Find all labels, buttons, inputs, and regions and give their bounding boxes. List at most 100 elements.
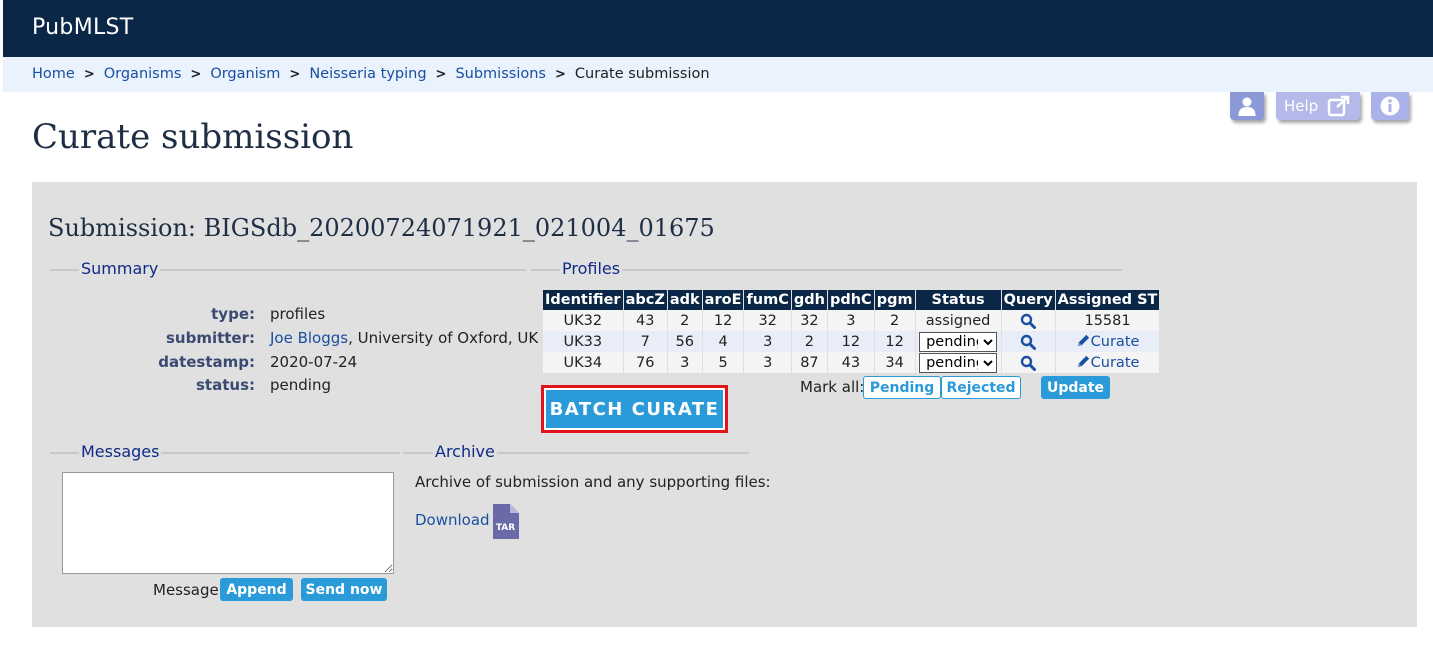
breadcrumb-separator: >: [554, 67, 566, 82]
top-bar: PubMLST: [3, 0, 1433, 57]
table-row: UK33 7 56 4 3 2 12 12 pending Curate: [543, 331, 1161, 352]
breadcrumb-neisseria-typing[interactable]: Neisseria typing: [309, 66, 426, 82]
cell-status: assigned: [915, 310, 1002, 331]
cell-identifier: UK34: [543, 352, 624, 373]
search-icon: [1020, 334, 1037, 350]
cell-adk: 3: [667, 352, 703, 373]
search-icon: [1020, 355, 1037, 371]
query-button[interactable]: [1001, 352, 1056, 373]
breadcrumb-current: Curate submission: [574, 66, 710, 82]
submitter-link[interactable]: Joe Bloggs: [270, 329, 348, 347]
status-select[interactable]: pending: [919, 352, 998, 373]
col-adk: adk: [667, 290, 703, 310]
append-button[interactable]: Append: [220, 578, 293, 601]
cell-fumc: 3: [743, 331, 792, 352]
download-link[interactable]: Download: [415, 511, 490, 529]
cell-identifier: UK33: [543, 331, 624, 352]
update-button[interactable]: Update: [1041, 376, 1110, 399]
status-cell: pending: [915, 331, 1002, 352]
breadcrumb-submissions[interactable]: Submissions: [455, 66, 546, 82]
send-now-button[interactable]: Send now: [301, 578, 387, 601]
curate-link[interactable]: Curate: [1076, 334, 1140, 350]
breadcrumb-organism[interactable]: Organism: [210, 66, 280, 82]
help-button[interactable]: Help: [1276, 92, 1360, 120]
col-assigned-st: Assigned ST: [1055, 290, 1161, 310]
status-cell: pending: [915, 352, 1002, 373]
curate-label: Curate: [1090, 355, 1140, 371]
breadcrumb-bar: Home > Organisms > Organism > Neisseria typing…: [3, 57, 1433, 92]
mark-all-pending-button[interactable]: Pending: [863, 376, 941, 399]
pencil-icon: [1077, 334, 1089, 347]
pencil-icon: [1077, 355, 1089, 368]
cell-pgm: 12: [874, 331, 916, 352]
breadcrumb-organisms[interactable]: Organisms: [104, 66, 182, 82]
breadcrumb-home[interactable]: Home: [32, 66, 75, 82]
status-select[interactable]: pending: [919, 331, 998, 352]
cell-fumc: 32: [743, 310, 792, 331]
summary-status-value: pending: [270, 376, 331, 394]
col-gdh: gdh: [791, 290, 828, 310]
cell-aroe: 4: [702, 331, 745, 352]
cell-gdh: 2: [791, 331, 828, 352]
cell-adk: 56: [667, 331, 703, 352]
batch-curate-button[interactable]: BATCH CURATE: [546, 390, 723, 428]
cell-pdhc: 43: [827, 352, 875, 373]
curate-label: Curate: [1090, 334, 1140, 350]
table-row: UK34 76 3 5 3 87 43 34 pending Curate: [543, 352, 1161, 373]
breadcrumb-separator: >: [190, 67, 202, 82]
cell-abcz: 7: [623, 331, 668, 352]
summary-type-key: type:: [211, 305, 255, 323]
message-textarea[interactable]: [62, 472, 394, 574]
query-button[interactable]: [1001, 310, 1056, 331]
col-query: Query: [1001, 290, 1056, 310]
archive-legend: Archive: [433, 442, 497, 461]
col-abcz: abcZ: [623, 290, 668, 310]
col-pdhc: pdhC: [827, 290, 875, 310]
curate-cell: Curate: [1055, 352, 1161, 373]
tar-icon-label: TAR: [496, 523, 515, 533]
breadcrumb-separator: >: [289, 67, 301, 82]
submission-panel: Submission: BIGSdb_20200724071921_021004…: [32, 182, 1417, 627]
user-button[interactable]: [1230, 92, 1264, 120]
mark-all-label: Mark all:: [800, 378, 865, 396]
summary-datestamp-key: datestamp:: [158, 353, 255, 371]
profiles-header-row: Identifier abcZ adk aroE fumC gdh pdhC p…: [543, 290, 1161, 310]
cell-adk: 2: [667, 310, 703, 331]
cell-abcz: 43: [623, 310, 668, 331]
col-fumc: fumC: [743, 290, 792, 310]
cell-gdh: 87: [791, 352, 828, 373]
cell-identifier: UK32: [543, 310, 624, 331]
summary-legend: Summary: [79, 259, 161, 278]
external-link-icon: [1327, 95, 1350, 117]
cell-pgm: 2: [874, 310, 916, 331]
summary-submitter-value: Joe Bloggs, University of Oxford, UK: [270, 329, 538, 347]
summary-submitter-key: submitter:: [165, 329, 255, 347]
info-button[interactable]: [1371, 92, 1409, 120]
cell-pgm: 34: [874, 352, 916, 373]
col-identifier: Identifier: [543, 290, 624, 310]
cell-gdh: 32: [791, 310, 828, 331]
messages-legend: Messages: [79, 442, 162, 461]
curate-link[interactable]: Curate: [1076, 355, 1140, 371]
query-button[interactable]: [1001, 331, 1056, 352]
submitter-affiliation: , University of Oxford, UK: [348, 329, 539, 347]
tar-file-icon[interactable]: TAR: [492, 504, 519, 539]
mark-all-rejected-button[interactable]: Rejected: [941, 376, 1021, 399]
cell-pdhc: 12: [827, 331, 875, 352]
profiles-table: Identifier abcZ adk aroE fumC gdh pdhC p…: [543, 290, 1161, 373]
cell-assigned-st: 15581: [1055, 310, 1161, 331]
summary-type-value: profiles: [270, 305, 326, 323]
site-brand[interactable]: PubMLST: [32, 15, 134, 40]
profiles-legend: Profiles: [560, 259, 623, 278]
info-icon: [1380, 96, 1400, 116]
breadcrumb: Home > Organisms > Organism > Neisseria typing…: [32, 66, 710, 82]
breadcrumb-separator: >: [435, 67, 447, 82]
cell-abcz: 76: [623, 352, 668, 373]
cell-aroe: 12: [702, 310, 745, 331]
summary-status-key: status:: [196, 376, 255, 394]
archive-description: Archive of submission and any supporting…: [415, 473, 771, 491]
batch-curate-highlight: BATCH CURATE: [541, 385, 728, 433]
cell-fumc: 3: [743, 352, 792, 373]
submission-title: Submission: BIGSdb_20200724071921_021004…: [48, 214, 715, 242]
breadcrumb-separator: >: [83, 67, 95, 82]
